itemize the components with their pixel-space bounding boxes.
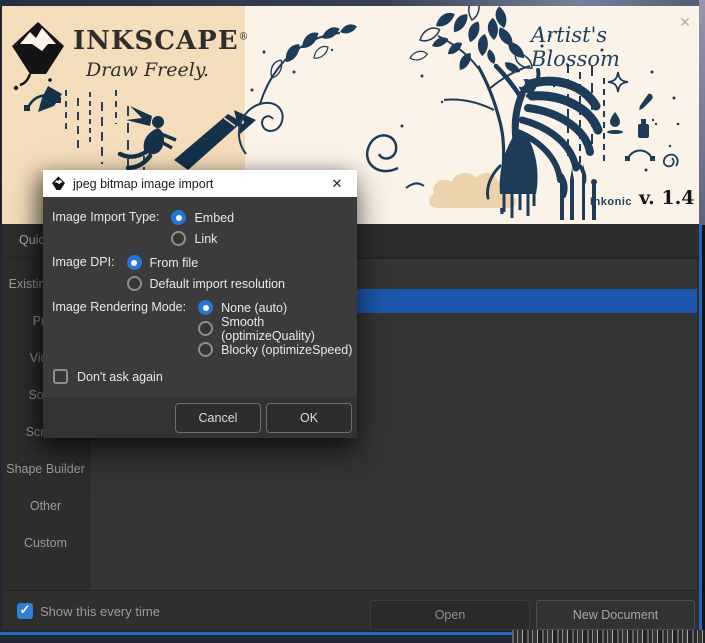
- radio-option-smooth[interactable]: Smooth (optimizeQuality): [198, 315, 357, 343]
- dialog-footer: Cancel OK: [43, 397, 357, 438]
- window-border-bottom: [0, 632, 512, 635]
- bottom-bar: Show this every time Open New Document: [2, 590, 699, 630]
- screenshot-root: INKSCAPE® Draw Freely. Artist's Blossom …: [0, 0, 705, 643]
- radio-label: Blocky (optimizeSpeed): [221, 342, 353, 357]
- group-label: Image Rendering Mode:: [52, 300, 187, 314]
- group-image-dpi: Image DPI: From file Default import reso…: [52, 252, 357, 294]
- dont-ask-checkbox[interactable]: [53, 369, 68, 384]
- radio-label: From file: [149, 255, 199, 270]
- radio-label: Link: [194, 231, 218, 246]
- jpeg-import-dialog: jpeg bitmap image import ✕ Image Import …: [43, 170, 357, 438]
- radio-icon[interactable]: [198, 342, 214, 357]
- taskbar-fragment: [512, 630, 705, 643]
- dialog-titlebar[interactable]: jpeg bitmap image import ✕: [43, 170, 357, 197]
- window-border-right: [699, 225, 705, 643]
- open-button[interactable]: Open: [370, 600, 530, 630]
- radio-option-blocky[interactable]: Blocky (optimizeSpeed): [198, 339, 357, 360]
- dont-ask-row[interactable]: Don't ask again: [53, 369, 357, 384]
- cancel-button[interactable]: Cancel: [175, 402, 261, 433]
- group-label: Image Import Type:: [52, 210, 160, 224]
- radio-label: Default import resolution: [149, 276, 286, 291]
- radio-icon[interactable]: [198, 321, 214, 336]
- dont-ask-label: Don't ask again: [77, 369, 163, 384]
- desktop-edge-right-upper: [699, 0, 705, 225]
- radio-option-embed[interactable]: Embed: [171, 207, 234, 228]
- radio-label: Embed: [194, 210, 235, 225]
- dialog-title: jpeg bitmap image import: [73, 176, 214, 191]
- radio-icon[interactable]: [126, 255, 142, 270]
- new-document-button[interactable]: New Document: [536, 600, 695, 630]
- inkscape-tagline: Draw Freely.: [86, 59, 210, 81]
- radio-option-default-import-resolution[interactable]: Default import resolution: [126, 273, 286, 294]
- dialog-close-icon[interactable]: ✕: [323, 176, 351, 192]
- ok-button[interactable]: OK: [266, 402, 352, 433]
- radio-label: Smooth (optimizeQuality): [221, 314, 315, 343]
- inkscape-dialog-icon: [52, 176, 65, 190]
- sidebar-item-custom[interactable]: Custom: [2, 525, 89, 562]
- radio-option-link[interactable]: Link: [171, 228, 234, 249]
- artwork-credit: Inkonic: [590, 196, 633, 208]
- dialog-body: Image Import Type: Embed Link Image DPI:: [43, 197, 357, 397]
- radio-icon[interactable]: [126, 276, 142, 291]
- radio-icon[interactable]: [198, 300, 214, 315]
- version-label: v. 1.4: [639, 187, 695, 209]
- sidebar-item-shape-builder[interactable]: Shape Builder: [2, 451, 89, 488]
- sidebar-item-other[interactable]: Other: [2, 488, 89, 525]
- show-every-time-checkbox[interactable]: [17, 602, 33, 619]
- show-every-time-label: Show this every time: [40, 604, 160, 619]
- radio-label: None (auto): [221, 300, 288, 315]
- group-image-import-type: Image Import Type: Embed Link: [52, 207, 357, 249]
- radio-option-from-file[interactable]: From file: [126, 252, 285, 273]
- registered-mark: ®: [238, 31, 250, 43]
- window-close-icon[interactable]: ✕: [674, 12, 696, 32]
- radio-icon[interactable]: [171, 231, 187, 246]
- inkscape-wordmark: INKSCAPE®: [73, 26, 250, 56]
- group-label: Image DPI:: [52, 255, 115, 269]
- radio-icon[interactable]: [171, 210, 187, 225]
- group-image-rendering-mode: Image Rendering Mode: None (auto) Smooth…: [52, 297, 357, 360]
